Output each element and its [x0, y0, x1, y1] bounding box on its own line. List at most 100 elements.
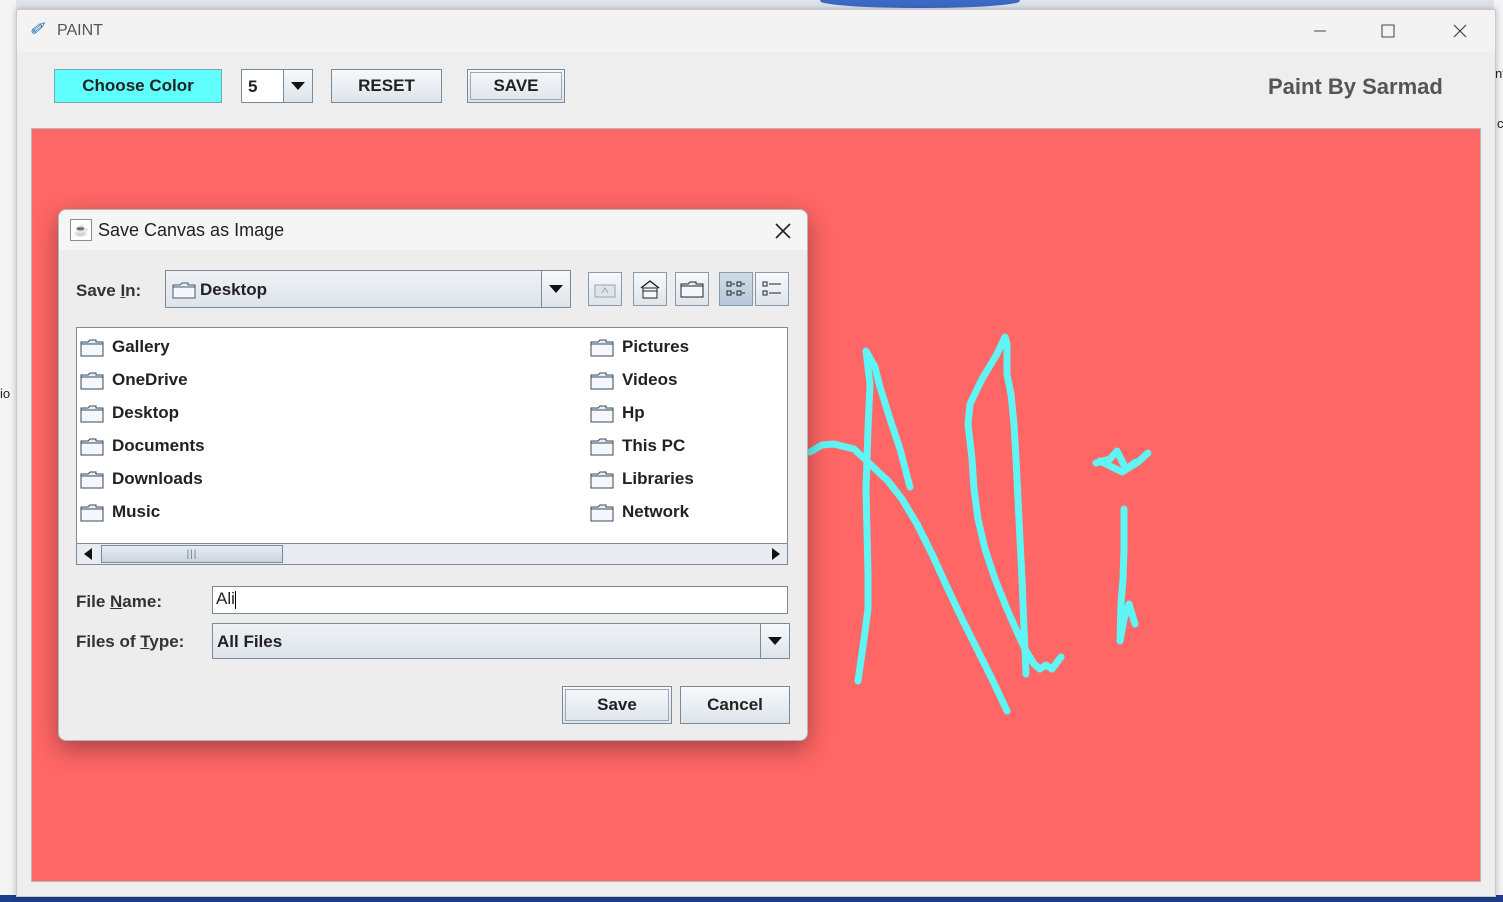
- file-list[interactable]: Gallery OneDrive Desktop Documents Downl…: [76, 327, 788, 565]
- save-in-value: Desktop: [200, 280, 268, 299]
- list-item-folder[interactable]: Videos: [590, 368, 677, 392]
- list-item-folder[interactable]: Desktop: [80, 401, 179, 425]
- dialog-save-button[interactable]: Save: [562, 686, 672, 724]
- list-item-folder[interactable]: Gallery: [80, 335, 170, 359]
- brush-size-value: 5: [248, 77, 258, 96]
- file-name-label-suffix: ame:: [122, 592, 162, 611]
- background-text-fragment: io: [0, 386, 11, 401]
- minimize-button[interactable]: [1297, 16, 1343, 46]
- chevron-down-icon[interactable]: [541, 271, 570, 307]
- folder-icon: [590, 438, 614, 456]
- save-dialog: ☕ Save Canvas as Image Save In: Desktop …: [58, 209, 808, 741]
- list-item-folder[interactable]: Network: [590, 500, 689, 524]
- new-folder-icon: [680, 281, 704, 298]
- up-folder-icon: [594, 284, 616, 298]
- reset-button[interactable]: RESET: [331, 69, 442, 103]
- folder-name: OneDrive: [112, 370, 188, 389]
- maximize-icon: [1381, 24, 1395, 38]
- dialog-cancel-button[interactable]: Cancel: [680, 686, 790, 724]
- folder-name: Music: [112, 502, 161, 521]
- minimize-icon: [1314, 30, 1326, 32]
- file-name-input[interactable]: Ali: [212, 586, 788, 614]
- chevron-right-icon: [772, 548, 780, 560]
- canvas-stroke: [1116, 505, 1139, 645]
- canvas-stroke: [854, 347, 914, 685]
- background-text-fragment: nt: [1495, 66, 1503, 81]
- paint-app-icon: ✐: [29, 19, 45, 39]
- scroll-left-button[interactable]: [77, 544, 99, 564]
- save-in-label-suffix: n:: [125, 281, 142, 300]
- window-titlebar[interactable]: ✐ PAINT: [17, 10, 1495, 52]
- files-of-type-label: Files of Type:: [76, 632, 184, 652]
- files-of-type-mnemonic: T: [140, 632, 150, 651]
- close-icon: [1453, 24, 1467, 38]
- dialog-close-button[interactable]: [767, 216, 799, 246]
- folder-icon: [590, 471, 614, 489]
- folder-name: Documents: [112, 436, 205, 455]
- wallpaper-arc: [820, 0, 1020, 8]
- dialog-title: Save Canvas as Image: [98, 220, 285, 240]
- folder-icon: [590, 339, 614, 357]
- scroll-right-button[interactable]: [765, 544, 787, 564]
- home-icon: [640, 280, 660, 299]
- folder-name: Network: [622, 502, 690, 521]
- list-view-icon: [726, 281, 745, 296]
- list-item-folder[interactable]: Music: [80, 500, 160, 524]
- list-item-folder[interactable]: Pictures: [590, 335, 689, 359]
- close-button[interactable]: [1437, 16, 1483, 46]
- up-folder-button[interactable]: [588, 272, 622, 306]
- new-folder-button[interactable]: [675, 272, 709, 306]
- window-title: PAINT: [57, 22, 103, 39]
- folder-name: Videos: [622, 370, 678, 389]
- folder-icon: [80, 372, 104, 390]
- file-name-label: File Name:: [76, 592, 162, 612]
- dialog-titlebar[interactable]: ☕ Save Canvas as Image: [59, 210, 807, 250]
- save-in-select[interactable]: Desktop: [165, 270, 571, 308]
- canvas-stroke: [964, 333, 1065, 678]
- file-name-label-text: File: [76, 592, 111, 611]
- details-view-button[interactable]: [755, 272, 789, 306]
- chevron-down-icon[interactable]: [283, 70, 312, 102]
- save-button[interactable]: SAVE: [467, 69, 565, 103]
- desktop-background-left: [0, 0, 16, 902]
- close-icon: [775, 223, 791, 239]
- list-item-folder[interactable]: Libraries: [590, 467, 694, 491]
- scrollbar-thumb[interactable]: |||: [101, 545, 283, 563]
- list-item-folder[interactable]: Documents: [80, 434, 205, 458]
- folder-icon: [590, 405, 614, 423]
- list-view-button[interactable]: [719, 272, 753, 306]
- folder-icon: [80, 438, 104, 456]
- folder-icon: [172, 282, 196, 299]
- files-of-type-label-text: Files of: [76, 632, 141, 651]
- files-of-type-select[interactable]: All Files: [212, 623, 790, 659]
- brand-label: Paint By Sarmad: [1268, 74, 1443, 99]
- folder-icon: [80, 504, 104, 522]
- file-name-value: Ali: [216, 589, 235, 608]
- folder-name: Libraries: [622, 469, 694, 488]
- folder-name: Gallery: [112, 337, 170, 356]
- brush-size-select[interactable]: 5: [241, 69, 313, 103]
- folder-icon: [590, 372, 614, 390]
- list-item-folder[interactable]: Hp: [590, 401, 645, 425]
- folder-name: Hp: [622, 403, 645, 422]
- files-of-type-value: All Files: [217, 632, 283, 651]
- chevron-down-icon[interactable]: [760, 624, 789, 658]
- folder-name: Pictures: [622, 337, 690, 356]
- folder-name: This PC: [622, 436, 686, 455]
- list-item-folder[interactable]: Downloads: [80, 467, 203, 491]
- folder-icon: [80, 471, 104, 489]
- list-item-folder[interactable]: This PC: [590, 434, 685, 458]
- home-folder-button[interactable]: [633, 272, 667, 306]
- chevron-left-icon: [84, 548, 92, 560]
- folder-icon: [80, 339, 104, 357]
- choose-color-button[interactable]: Choose Color: [54, 69, 222, 103]
- java-cup-icon: ☕: [70, 219, 92, 241]
- folder-icon: [80, 405, 104, 423]
- files-of-type-label-suffix: ype:: [149, 632, 185, 651]
- folder-icon: [590, 504, 614, 522]
- folder-name: Desktop: [112, 403, 180, 422]
- file-name-mnemonic: N: [110, 592, 123, 611]
- maximize-button[interactable]: [1365, 16, 1411, 46]
- list-item-folder[interactable]: OneDrive: [80, 368, 188, 392]
- horizontal-scrollbar[interactable]: |||: [77, 543, 787, 564]
